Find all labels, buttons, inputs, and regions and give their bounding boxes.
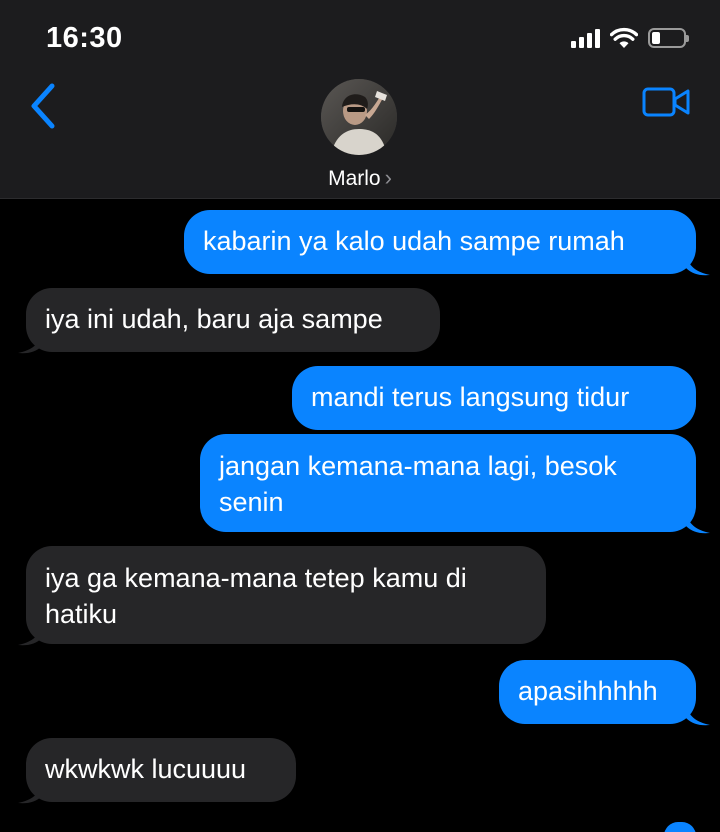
message-bubble-incoming[interactable]: iya ga kemana-mana tetep kamu di hatiku xyxy=(26,546,546,644)
status-icons xyxy=(571,22,689,54)
message-text: wkwkwk lucuuuu xyxy=(45,754,247,784)
conversation-header: 16:30 Marlo › xyxy=(0,0,720,199)
contact-avatar[interactable] xyxy=(321,79,397,155)
contact-name-link[interactable]: Marlo › xyxy=(0,165,720,191)
chevron-left-icon xyxy=(31,83,55,129)
message-bubble-outgoing[interactable]: jangan kemana-mana lagi, besok senin xyxy=(200,434,696,532)
messages-screen: 16:30 Marlo › kabarin ya kalo udah sampe… xyxy=(0,0,720,832)
message-text: mandi terus langsung tidur xyxy=(311,382,630,412)
message-text: kabarin ya kalo udah sampe rumah xyxy=(203,226,625,256)
message-text: jangan kemana-mana lagi, besok senin xyxy=(219,451,617,517)
message-text: iya ini udah, baru aja sampe xyxy=(45,304,383,334)
contact-name: Marlo xyxy=(328,167,381,190)
battery-icon xyxy=(648,28,689,48)
message-bubble-outgoing[interactable]: kabarin ya kalo udah sampe rumah xyxy=(184,210,696,274)
status-time: 16:30 xyxy=(46,22,123,54)
video-call-button[interactable] xyxy=(640,84,692,120)
next-message-edge xyxy=(664,822,696,832)
battery-level xyxy=(652,32,660,44)
video-camera-icon xyxy=(642,87,690,117)
bubble-tail xyxy=(18,782,42,804)
wifi-icon xyxy=(610,27,638,48)
message-text: iya ga kemana-mana tetep kamu di hatiku xyxy=(45,563,467,629)
bubble-tail xyxy=(18,624,42,646)
bubble-tail xyxy=(18,332,42,354)
chevron-right-icon: › xyxy=(384,165,392,190)
message-bubble-outgoing[interactable]: mandi terus langsung tidur xyxy=(292,366,696,430)
signal-icon xyxy=(571,28,600,48)
back-button[interactable] xyxy=(24,82,64,130)
bubble-tail xyxy=(686,704,710,726)
message-bubble-incoming[interactable]: wkwkwk lucuuuu xyxy=(26,738,296,802)
message-text: apasihhhhh xyxy=(518,676,658,706)
message-bubble-outgoing[interactable]: apasihhhhh xyxy=(499,660,696,724)
message-bubble-incoming[interactable]: iya ini udah, baru aja sampe xyxy=(26,288,440,352)
bubble-tail xyxy=(686,512,710,534)
bubble-tail xyxy=(686,254,710,276)
